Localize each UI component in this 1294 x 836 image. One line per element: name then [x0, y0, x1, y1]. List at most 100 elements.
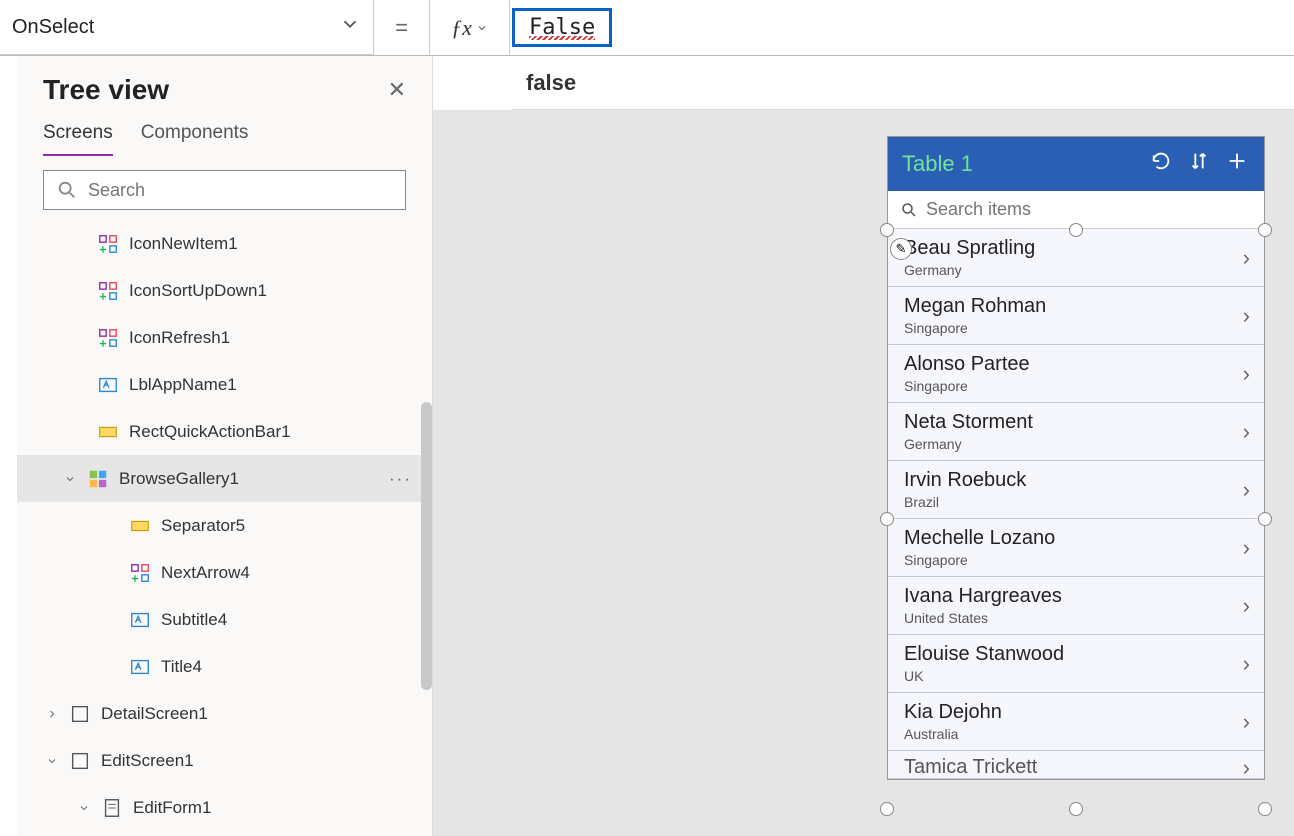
close-icon[interactable]: ✕ [388, 77, 406, 103]
equals-label: = [374, 0, 430, 55]
chevron-down-icon[interactable] [77, 802, 91, 814]
tree-search-input[interactable] [88, 180, 393, 201]
edit-pencil-icon[interactable]: ✎ [890, 238, 912, 260]
row-title: Elouise Stanwood [904, 643, 1243, 666]
chevron-right-icon[interactable]: › [1243, 755, 1250, 780]
app-header: Table 1 [888, 137, 1264, 191]
search-icon [900, 201, 918, 219]
sort-icon[interactable] [1186, 150, 1212, 178]
property-label: OnSelect [12, 16, 94, 39]
selection-handle[interactable] [880, 223, 894, 237]
app-title: Table 1 [902, 151, 1136, 177]
gallery-row[interactable]: Kia DejohnAustralia› [888, 693, 1264, 751]
chevron-right-icon[interactable] [45, 708, 59, 720]
fx-button[interactable]: ƒx [430, 0, 510, 55]
chevron-down-icon[interactable] [45, 755, 59, 767]
tree-item-nextarrow[interactable]: NextArrow4 [17, 549, 432, 596]
formula-suggestion[interactable]: false [512, 58, 1294, 110]
chevron-right-icon[interactable]: › [1243, 593, 1250, 619]
tree-item-iconsortupdown[interactable]: IconSortUpDown1 [17, 267, 432, 314]
selection-handle[interactable] [1069, 223, 1083, 237]
chevron-right-icon[interactable]: › [1243, 535, 1250, 561]
gallery-row[interactable]: Alonso Partee Singapore› [888, 345, 1264, 403]
screen-icon [69, 703, 91, 725]
error-squiggle [529, 36, 595, 40]
tree-item-subtitle[interactable]: Subtitle4 [17, 596, 432, 643]
gallery-row[interactable]: Elouise Stanwood UK› [888, 635, 1264, 693]
more-icon[interactable]: ··· [389, 469, 412, 489]
add-icon[interactable] [1224, 150, 1250, 178]
selection-handle[interactable] [880, 512, 894, 526]
chevron-down-icon [476, 22, 488, 34]
gallery-row[interactable]: Megan RohmanSingapore› [888, 287, 1264, 345]
group-icon [97, 280, 119, 302]
chevron-right-icon[interactable]: › [1243, 477, 1250, 503]
formula-input[interactable]: False [510, 0, 1294, 55]
design-canvas[interactable]: Table 1 Beau SpratlingGermany› Megan Roh… [433, 110, 1294, 836]
tree-item-separator[interactable]: Separator5 [17, 502, 432, 549]
row-title: Alonso Partee [904, 353, 1243, 376]
chevron-right-icon[interactable]: › [1243, 709, 1250, 735]
chevron-right-icon[interactable]: › [1243, 245, 1250, 271]
label-icon [129, 656, 151, 678]
tab-screens[interactable]: Screens [43, 122, 113, 156]
chevron-right-icon[interactable]: › [1243, 419, 1250, 445]
screen-icon [69, 750, 91, 772]
row-title: Tamica Trickett [904, 756, 1243, 779]
tree-title: Tree view [43, 74, 169, 106]
selection-handle[interactable] [1258, 223, 1272, 237]
gallery-row[interactable]: Mechelle Lozano Singapore› [888, 519, 1264, 577]
tree-item-label: NextArrow4 [161, 563, 250, 583]
gallery-row[interactable]: Tamica Trickett› [888, 751, 1264, 779]
group-icon [97, 233, 119, 255]
tree-item-iconnewitem[interactable]: IconNewItem1 [17, 220, 432, 267]
scrollbar[interactable] [421, 402, 432, 690]
tree-item-lblappname[interactable]: LblAppName1 [17, 361, 432, 408]
tree-item-title[interactable]: Title4 [17, 643, 432, 690]
tree-item-label: Title4 [161, 657, 202, 677]
tree-view-panel: Tree view ✕ Screens Components IconNewIt… [17, 56, 433, 836]
tree-item-browsegallery[interactable]: BrowseGallery1 ··· [17, 455, 432, 502]
selection-handle[interactable] [1258, 802, 1272, 816]
row-subtitle: United States [904, 610, 1243, 626]
tree-item-label: Subtitle4 [161, 610, 227, 630]
property-dropdown[interactable]: OnSelect [0, 0, 374, 55]
row-subtitle: Singapore [904, 378, 1243, 394]
tree-item-detailscreen[interactable]: DetailScreen1 [17, 690, 432, 737]
tab-components[interactable]: Components [141, 122, 249, 156]
row-title: Beau Spratling [904, 237, 1243, 260]
chevron-right-icon[interactable]: › [1243, 303, 1250, 329]
tree-item-label: EditScreen1 [101, 751, 194, 771]
selection-handle[interactable] [880, 802, 894, 816]
tree-search[interactable] [43, 170, 406, 210]
row-subtitle: Singapore [904, 320, 1243, 336]
gallery-row[interactable]: Ivana HargreavesUnited States› [888, 577, 1264, 635]
row-title: Mechelle Lozano [904, 527, 1243, 550]
tree-item-label: Separator5 [161, 516, 245, 536]
row-subtitle: Singapore [904, 552, 1243, 568]
tree-items: IconNewItem1 IconSortUpDown1 IconRefresh… [17, 220, 432, 831]
suggestion-text: false [526, 70, 576, 95]
form-icon [101, 797, 123, 819]
tree-item-label: DetailScreen1 [101, 704, 208, 724]
row-title: Kia Dejohn [904, 701, 1243, 724]
row-title: Irvin Roebuck [904, 469, 1243, 492]
chevron-right-icon[interactable]: › [1243, 651, 1250, 677]
tree-item-editscreen[interactable]: EditScreen1 [17, 737, 432, 784]
selection-handle[interactable] [1069, 802, 1083, 816]
gallery-icon [87, 468, 109, 490]
selection-handle[interactable] [1258, 512, 1272, 526]
gallery-row[interactable]: Irvin RoebuckBrazil› [888, 461, 1264, 519]
chevron-right-icon[interactable]: › [1243, 361, 1250, 387]
tree-item-editform[interactable]: EditForm1 [17, 784, 432, 831]
row-subtitle: UK [904, 668, 1243, 684]
label-icon [97, 374, 119, 396]
browse-gallery[interactable]: Beau SpratlingGermany› Megan RohmanSinga… [888, 229, 1264, 779]
gallery-row[interactable]: Neta StormentGermany› [888, 403, 1264, 461]
tree-item-iconrefresh[interactable]: IconRefresh1 [17, 314, 432, 361]
tree-item-rectquickactionbar[interactable]: RectQuickActionBar1 [17, 408, 432, 455]
refresh-icon[interactable] [1148, 150, 1174, 178]
phone-search-input[interactable] [926, 199, 1252, 220]
chevron-down-icon[interactable] [63, 473, 77, 485]
gallery-row[interactable]: Beau SpratlingGermany› [888, 229, 1264, 287]
